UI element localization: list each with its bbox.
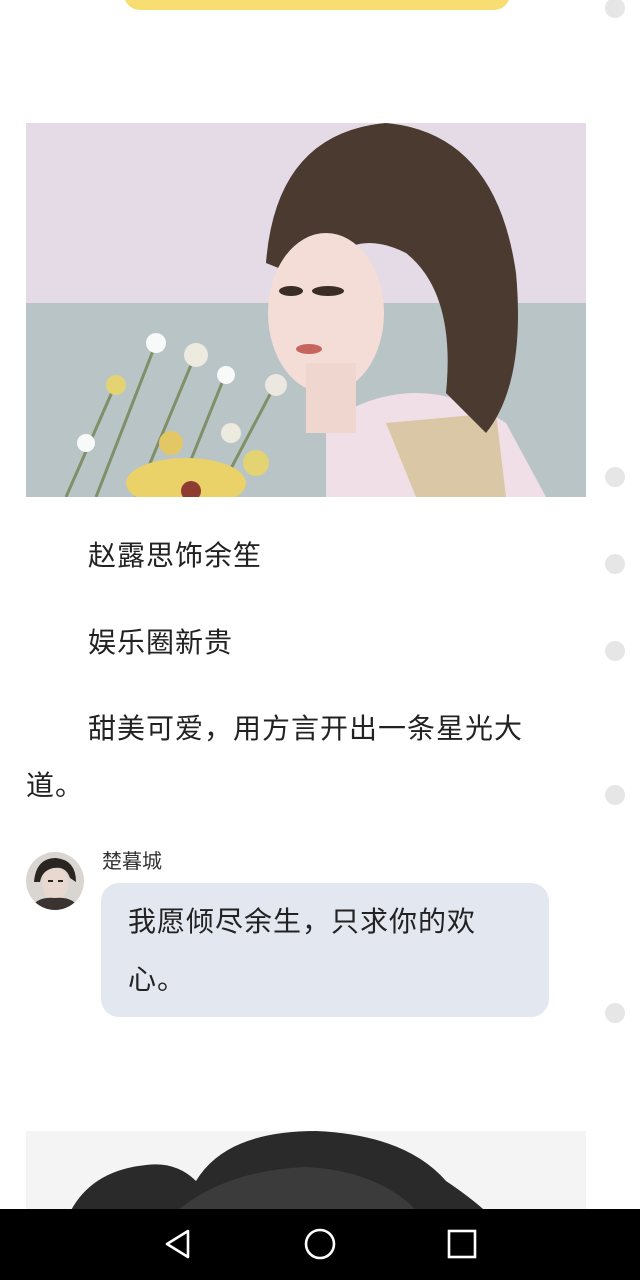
top-action-button[interactable]: [124, 0, 510, 10]
triangle-back-icon[interactable]: [161, 1227, 195, 1261]
scroll-marker-dot: [605, 785, 625, 805]
scroll-marker-dot: [605, 1003, 625, 1023]
circle-home-icon[interactable]: [303, 1227, 337, 1261]
scroll-marker-dot: [605, 0, 625, 18]
character-photo: [26, 1131, 586, 1221]
chat-bubble: 我愿倾尽余生，只求你的欢心。: [101, 883, 549, 1017]
character-photo: [26, 123, 586, 497]
scroll-marker-dot: [605, 467, 625, 487]
system-navigation-bar: [0, 1209, 640, 1280]
speaker-name: 楚暮城: [102, 849, 162, 873]
scroll-marker-dot: [605, 554, 625, 574]
article-paragraph: 赵露思饰余笙: [88, 539, 263, 572]
speaker-avatar[interactable]: [26, 852, 84, 910]
scroll-marker-dot: [605, 641, 625, 661]
chat-message: 我愿倾尽余生，只求你的欢心。: [128, 905, 477, 996]
article-paragraph: 娱乐圈新贵: [88, 626, 234, 659]
square-recent-icon[interactable]: [445, 1227, 479, 1261]
article-paragraph: 甜美可爱，用方言开出一条星光大道。: [26, 712, 524, 802]
